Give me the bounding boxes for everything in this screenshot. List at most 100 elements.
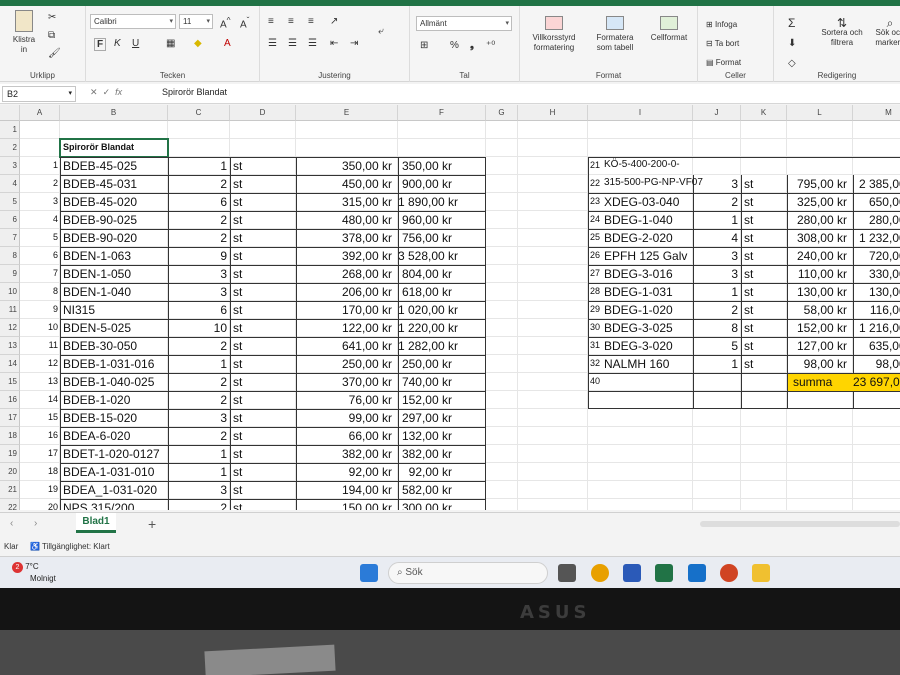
row-header[interactable]: 12: [0, 319, 20, 337]
item-qty[interactable]: 2: [168, 501, 227, 510]
item-unit[interactable]: st: [744, 249, 753, 263]
item-unit[interactable]: st: [744, 339, 753, 353]
item-qty[interactable]: 2: [168, 231, 227, 245]
row-header[interactable]: 5: [0, 193, 20, 211]
align-bottom-icon[interactable]: ≡: [308, 16, 314, 27]
item-code[interactable]: NPS 315/200: [63, 501, 134, 510]
powerpoint-icon[interactable]: [720, 564, 738, 582]
grow-font-icon[interactable]: A^: [220, 15, 231, 30]
item-price[interactable]: 66,00 kr: [296, 429, 392, 443]
row-header[interactable]: 6: [0, 211, 20, 229]
percent-icon[interactable]: %: [450, 40, 459, 51]
align-right-icon[interactable]: ☰: [308, 38, 317, 49]
item-price[interactable]: 280,00 kr: [787, 213, 847, 227]
column-header[interactable]: M: [853, 105, 900, 121]
item-price[interactable]: 110,00 kr: [787, 267, 847, 281]
item-code[interactable]: BDEN-1-040: [63, 285, 131, 299]
font-name-combo[interactable]: Calibri ▾: [90, 14, 176, 29]
item-unit[interactable]: st: [233, 195, 242, 209]
row-header[interactable]: 3: [0, 157, 20, 175]
item-qty[interactable]: 2: [168, 213, 227, 227]
increase-decimal-icon[interactable]: ⁺⁰: [486, 40, 495, 51]
item-code[interactable]: BDEA-1-031-010: [63, 465, 154, 479]
excel-icon[interactable]: [655, 564, 673, 582]
item-qty[interactable]: 2: [693, 195, 738, 209]
format-painter-icon[interactable]: 🖌: [48, 48, 61, 59]
item-price[interactable]: 152,00 kr: [787, 321, 847, 335]
item-unit[interactable]: st: [233, 285, 242, 299]
item-total[interactable]: 152,00 kr: [398, 393, 452, 407]
item-qty[interactable]: 2: [168, 339, 227, 353]
item-qty[interactable]: 3: [693, 267, 738, 281]
format-as-table-button[interactable]: Formatera som tabell: [588, 16, 642, 53]
add-sheet-button[interactable]: +: [148, 516, 156, 532]
comma-icon[interactable]: ❟: [470, 40, 474, 51]
task-view-icon[interactable]: [558, 564, 576, 582]
item-code[interactable]: BDEN-1-063: [63, 249, 131, 263]
column-header[interactable]: H: [518, 105, 588, 121]
item-unit[interactable]: st: [233, 249, 242, 263]
item-total[interactable]: 582,00 kr: [398, 483, 452, 497]
item-price[interactable]: 240,00 kr: [787, 249, 847, 263]
item-code[interactable]: BDEB-90-025: [63, 213, 137, 227]
item-unit[interactable]: st: [744, 177, 753, 191]
item-code[interactable]: BDEG-3-020: [604, 339, 673, 353]
underline-button[interactable]: U: [132, 38, 139, 49]
item-unit[interactable]: st: [233, 393, 242, 407]
prev-sheet-icon[interactable]: ‹: [10, 518, 13, 529]
column-header[interactable]: E: [296, 105, 398, 121]
item-total[interactable]: 116,00 kr: [853, 303, 900, 317]
align-center-icon[interactable]: ☰: [288, 38, 297, 49]
next-sheet-icon[interactable]: ›: [34, 518, 37, 529]
item-code[interactable]: 315-500-PG-NP-VF07: [604, 177, 703, 188]
item-unit[interactable]: st: [233, 177, 242, 191]
row-header[interactable]: 1: [0, 121, 20, 139]
item-total[interactable]: 1 220,00 kr: [398, 321, 458, 335]
item-price[interactable]: 382,00 kr: [296, 447, 392, 461]
font-size-combo[interactable]: 11 ▾: [179, 14, 213, 29]
row-header[interactable]: 10: [0, 283, 20, 301]
item-price[interactable]: 150,00 kr: [296, 501, 392, 510]
find-select-button[interactable]: ⌕ Sök och markera: [870, 17, 900, 48]
insert-button[interactable]: ⊞ Infoga: [706, 20, 737, 30]
select-all-corner[interactable]: [0, 105, 20, 121]
sheet-tab-blad1[interactable]: Blad1: [76, 513, 116, 533]
item-code[interactable]: NALMH 160: [604, 357, 669, 371]
item-total[interactable]: 3 528,00 kr: [398, 249, 458, 263]
item-code[interactable]: BDEB-90-020: [63, 231, 137, 245]
borders-icon[interactable]: ▦: [166, 38, 175, 49]
outlook-icon[interactable]: [688, 564, 706, 582]
item-unit[interactable]: st: [744, 321, 753, 335]
item-code[interactable]: BDEG-1-040: [604, 213, 673, 227]
row-header[interactable]: 9: [0, 265, 20, 283]
cancel-icon[interactable]: ✕: [90, 87, 98, 97]
item-code[interactable]: BDET-1-020-0127: [63, 447, 160, 461]
item-unit[interactable]: st: [233, 501, 242, 510]
item-qty[interactable]: 3: [693, 177, 738, 191]
name-box[interactable]: B2 ▾: [2, 86, 76, 102]
row-header[interactable]: 19: [0, 445, 20, 463]
summary-total[interactable]: 23 697,00 kr: [853, 375, 900, 389]
item-qty[interactable]: 8: [693, 321, 738, 335]
bold-button[interactable]: F: [94, 38, 107, 51]
item-total[interactable]: 250,00 kr: [398, 357, 452, 371]
item-code[interactable]: XDEG-03-040: [604, 195, 679, 209]
item-price[interactable]: 122,00 kr: [296, 321, 392, 335]
row-header[interactable]: 15: [0, 373, 20, 391]
item-qty[interactable]: 4: [693, 231, 738, 245]
item-qty[interactable]: 3: [168, 483, 227, 497]
item-qty[interactable]: 2: [168, 393, 227, 407]
item-total[interactable]: 98,00 kr: [853, 357, 900, 371]
row-header[interactable]: 2: [0, 139, 20, 157]
cut-icon[interactable]: ✂: [48, 12, 56, 23]
number-format-combo[interactable]: Allmänt ▾: [416, 16, 512, 31]
fill-icon[interactable]: ⬇: [788, 38, 796, 49]
status-accessibility[interactable]: Tillgänglighet: Klart: [42, 542, 110, 551]
column-header[interactable]: G: [486, 105, 518, 121]
item-code[interactable]: BDEB-1-020: [63, 393, 130, 407]
item-price[interactable]: 450,00 kr: [296, 177, 392, 191]
fx-icon[interactable]: fx: [115, 87, 122, 97]
item-total[interactable]: 1 020,00 kr: [398, 303, 458, 317]
format-button[interactable]: ▤ Format: [706, 58, 741, 68]
item-qty[interactable]: 1: [693, 357, 738, 371]
